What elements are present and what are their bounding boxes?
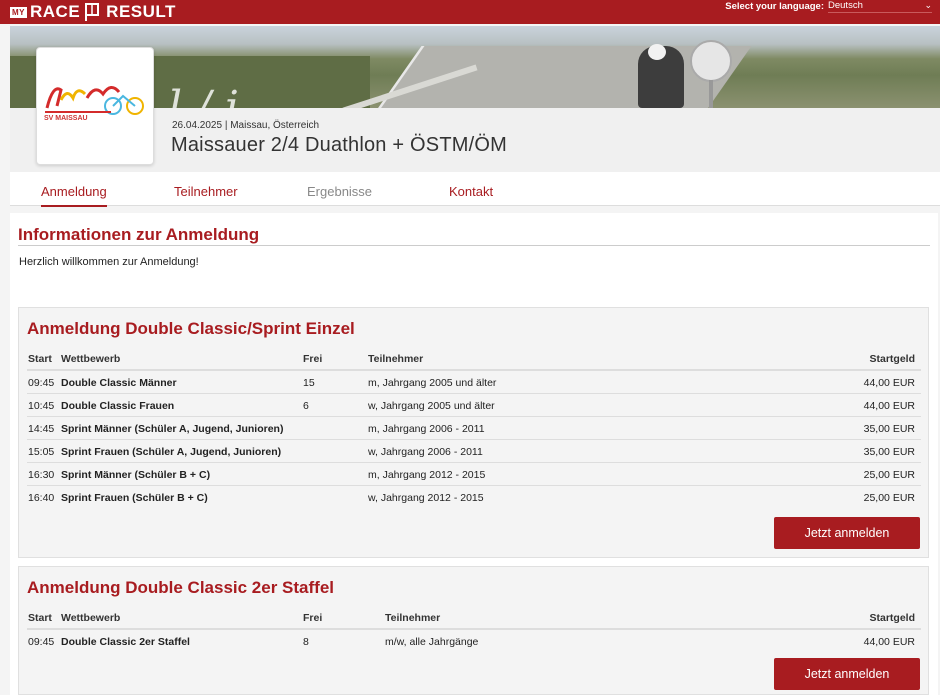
chevron-down-icon: ⌄ <box>924 0 932 10</box>
info-divider <box>18 245 930 246</box>
my-race-result-logo[interactable]: MY RACE RESULT <box>10 2 176 22</box>
cell-startgeld: 44,00 EUR <box>863 636 915 648</box>
tab-ergebnisse[interactable]: Ergebnisse <box>307 184 372 199</box>
registration-panel-staffel: Anmeldung Double Classic 2er Staffel Sta… <box>18 566 929 695</box>
col-wettbewerb: Wettbewerb <box>61 353 121 365</box>
col-startgeld: Startgeld <box>869 612 915 624</box>
table-header: Start Wettbewerb Frei Teilnehmer Startge… <box>27 347 921 370</box>
col-frei: Frei <box>303 353 323 365</box>
cell-wettbewerb: Sprint Frauen (Schüler A, Jugend, Junior… <box>61 446 282 458</box>
cell-start: 14:45 <box>28 423 55 435</box>
tab-anmeldung[interactable]: Anmeldung <box>41 184 107 207</box>
table-row: 09:45 Double Classic Männer 15 m, Jahrga… <box>27 370 921 393</box>
register-button-staffel[interactable]: Jetzt anmelden <box>774 658 920 690</box>
banner-helmet <box>648 44 666 60</box>
col-frei: Frei <box>303 612 323 624</box>
cell-start: 09:45 <box>28 377 55 389</box>
cell-teilnehmer: w, Jahrgang 2012 - 2015 <box>368 492 484 504</box>
panel-title: Anmeldung Double Classic/Sprint Einzel <box>27 319 355 338</box>
tab-bar: Anmeldung Teilnehmer Ergebnisse Kontakt <box>10 172 940 207</box>
banner-sign-pole <box>709 80 713 108</box>
col-startgeld: Startgeld <box>869 353 915 365</box>
language-value: Deutsch <box>828 0 863 11</box>
cell-start: 16:40 <box>28 492 55 504</box>
finish-flag-icon <box>85 3 100 21</box>
event-title: Maissauer 2/4 Duathlon + ÖSTM/ÖM <box>171 134 507 156</box>
col-wettbewerb: Wettbewerb <box>61 612 121 624</box>
main-content: Informationen zur Anmeldung Herzlich wil… <box>10 213 938 695</box>
cell-teilnehmer: m, Jahrgang 2005 und älter <box>368 377 497 389</box>
cell-start: 10:45 <box>28 400 55 412</box>
col-teilnehmer: Teilnehmer <box>385 612 441 624</box>
cell-startgeld: 44,00 EUR <box>863 377 915 389</box>
cell-startgeld: 44,00 EUR <box>863 400 915 412</box>
cell-teilnehmer: m, Jahrgang 2012 - 2015 <box>368 469 486 481</box>
cell-frei: 6 <box>303 400 309 412</box>
registration-panel-einzel: Anmeldung Double Classic/Sprint Einzel S… <box>18 307 929 558</box>
panel-title: Anmeldung Double Classic 2er Staffel <box>27 578 335 597</box>
cell-teilnehmer: w, Jahrgang 2005 und älter <box>368 400 495 412</box>
cell-wettbewerb: Double Classic 2er Staffel <box>61 636 190 648</box>
language-select[interactable]: Deutsch ⌄ <box>828 0 932 13</box>
info-text: Herzlich willkommen zur Anmeldung! <box>19 256 199 268</box>
col-start: Start <box>28 353 52 365</box>
cell-startgeld: 35,00 EUR <box>863 446 915 458</box>
info-heading: Informationen zur Anmeldung <box>18 225 260 244</box>
club-logo: SV MAISSAU <box>36 47 154 165</box>
club-logo-graphic <box>45 86 144 115</box>
table-row: 16:30 Sprint Männer (Schüler B + C) m, J… <box>27 462 921 485</box>
cell-teilnehmer: w, Jahrgang 2006 - 2011 <box>368 446 483 458</box>
language-label: Select your language: <box>725 1 824 12</box>
cell-startgeld: 25,00 EUR <box>863 492 915 504</box>
cell-frei: 15 <box>303 377 315 389</box>
cell-wettbewerb: Double Classic Frauen <box>61 400 175 412</box>
logo-result: RESULT <box>106 2 176 21</box>
cell-wettbewerb: Sprint Männer (Schüler A, Jugend, Junior… <box>61 423 284 435</box>
logo-race: RACE <box>30 2 81 21</box>
cell-start: 16:30 <box>28 469 55 481</box>
table-row: 14:45 Sprint Männer (Schüler A, Jugend, … <box>27 416 921 439</box>
cell-start: 15:05 <box>28 446 55 458</box>
cell-start: 09:45 <box>28 636 55 648</box>
language-selector[interactable]: Select your language: Deutsch ⌄ <box>725 0 932 13</box>
table-row: 10:45 Double Classic Frauen 6 w, Jahrgan… <box>27 393 921 416</box>
cell-teilnehmer: m/w, alle Jahrgänge <box>385 636 479 648</box>
logo-my: MY <box>10 6 27 18</box>
event-date-location: 26.04.2025 | Maissau, Österreich <box>172 120 320 131</box>
cell-teilnehmer: m, Jahrgang 2006 - 2011 <box>368 423 485 435</box>
table-row: 09:45 Double Classic 2er Staffel 8 m/w, … <box>27 629 921 652</box>
banner-road-sign <box>690 40 732 82</box>
cell-startgeld: 25,00 EUR <box>863 469 915 481</box>
col-teilnehmer: Teilnehmer <box>368 353 424 365</box>
register-button-einzel[interactable]: Jetzt anmelden <box>774 517 920 549</box>
table-row: 15:05 Sprint Frauen (Schüler A, Jugend, … <box>27 439 921 462</box>
cell-startgeld: 35,00 EUR <box>863 423 915 435</box>
top-bar: MY RACE RESULT Select your language: Deu… <box>0 0 940 24</box>
cell-wettbewerb: Sprint Männer (Schüler B + C) <box>61 469 211 481</box>
club-logo-text: SV MAISSAU <box>44 115 88 122</box>
banner-script-decoration: l / i <box>168 82 239 108</box>
col-start: Start <box>28 612 52 624</box>
cell-frei: 8 <box>303 636 309 648</box>
table-header: Start Wettbewerb Frei Teilnehmer Startge… <box>27 606 921 629</box>
tab-kontakt[interactable]: Kontakt <box>449 184 493 199</box>
cell-wettbewerb: Sprint Frauen (Schüler B + C) <box>61 492 208 504</box>
table-row: 16:40 Sprint Frauen (Schüler B + C) w, J… <box>27 485 921 508</box>
tab-teilnehmer[interactable]: Teilnehmer <box>174 184 238 199</box>
cell-wettbewerb: Double Classic Männer <box>61 377 177 389</box>
